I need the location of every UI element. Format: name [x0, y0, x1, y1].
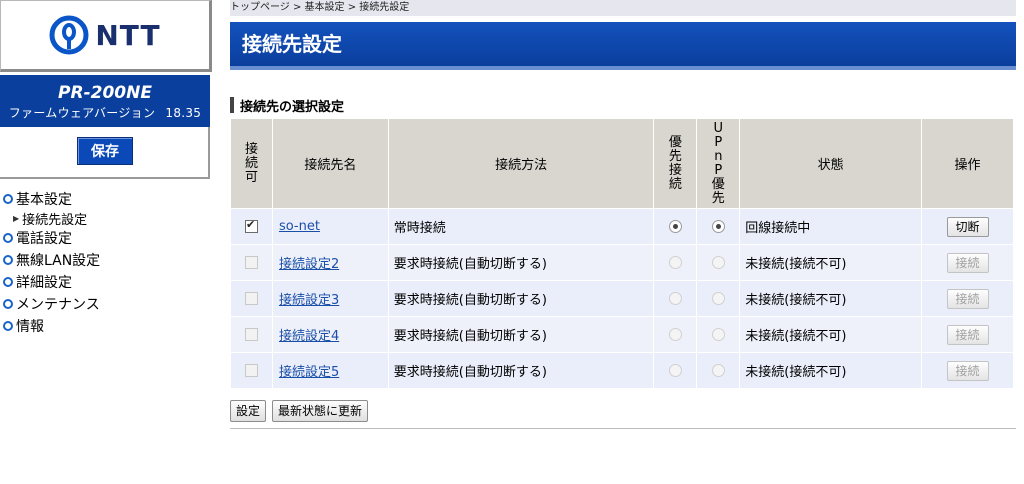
- ntt-logo: NTT: [0, 0, 212, 72]
- upnp-radio[interactable]: [711, 364, 725, 377]
- connection-method: 要求時接続(自動切断する): [387, 352, 655, 389]
- page-title: 接続先設定: [230, 22, 1016, 70]
- upnp-radio[interactable]: [711, 256, 725, 269]
- sidebar-item-label: 詳細設定: [16, 275, 72, 291]
- priority-radio[interactable]: [668, 220, 682, 233]
- sidebar-item-wireless-lan[interactable]: 無線LAN設定: [3, 249, 208, 271]
- sidebar-item-label: 情報: [16, 319, 44, 335]
- priority-radio[interactable]: [668, 364, 682, 377]
- sidebar-nav: 基本設定 ▶ 接続先設定 電話設定 無線LAN設定 詳細設定 メンテナンス 情報: [3, 188, 208, 337]
- enable-checkbox[interactable]: [244, 292, 258, 305]
- connection-method: 要求時接続(自動切断する): [387, 316, 655, 353]
- firmware-line: ファームウェアバージョン 18.35: [0, 104, 210, 121]
- priority-radio[interactable]: [668, 292, 682, 305]
- sidebar-item-label: 無線LAN設定: [16, 253, 101, 269]
- set-button[interactable]: 設定: [230, 400, 267, 422]
- enable-checkbox[interactable]: [244, 218, 258, 233]
- firmware-version: 18.35: [165, 106, 202, 120]
- connection-name-link[interactable]: so-net: [274, 219, 320, 234]
- connection-name-link[interactable]: 接続設定5: [274, 365, 339, 380]
- sidebar-subitem-label: 接続先設定: [22, 213, 88, 228]
- table-row: 接続設定4 要求時接続(自動切断する) 未接続(接続不可) 接続: [230, 316, 1014, 353]
- connect-button[interactable]: 接続: [946, 324, 989, 345]
- triangle-right-icon: ▶: [13, 214, 20, 223]
- col-header-name: 接続先名: [271, 118, 389, 209]
- table-header-row: 接続可 接続先名 接続方法 優先接続 UPnP優先 状態 操作: [230, 118, 1014, 209]
- connect-button[interactable]: 接続: [946, 360, 989, 381]
- col-header-priority: 優先接続: [653, 118, 698, 209]
- section-bar: [230, 97, 234, 113]
- connection-table: 接続可 接続先名 接続方法 優先接続 UPnP優先 状態 操作 so-net 常…: [230, 118, 1014, 389]
- connection-status: 回線接続中: [739, 208, 923, 245]
- sidebar: NTT PR-200NE ファームウェアバージョン 18.35 保存 基本設定 …: [0, 0, 212, 484]
- col-header-status: 状態: [739, 118, 923, 209]
- col-header-upnp: UPnP優先: [696, 118, 741, 209]
- firmware-label: ファームウェアバージョン: [8, 106, 156, 120]
- enable-checkbox[interactable]: [244, 256, 258, 269]
- save-area: 保存: [0, 127, 210, 179]
- model-info: PR-200NE ファームウェアバージョン 18.35: [0, 75, 210, 127]
- section-title: 接続先の選択設定: [240, 99, 345, 115]
- sidebar-item-label: 基本設定: [16, 192, 72, 208]
- table-row: 接続設定5 要求時接続(自動切断する) 未接続(接続不可) 接続: [230, 352, 1014, 389]
- bullet-icon: [3, 255, 13, 265]
- connection-status: 未接続(接続不可): [739, 280, 923, 317]
- sidebar-item-basic-settings[interactable]: 基本設定: [3, 188, 208, 210]
- bullet-icon: [3, 194, 13, 204]
- connect-button[interactable]: 接続: [946, 252, 989, 273]
- connection-status: 未接続(接続不可): [739, 352, 923, 389]
- sidebar-subitem-connection-settings[interactable]: ▶ 接続先設定: [3, 210, 208, 228]
- sidebar-item-phone-settings[interactable]: 電話設定: [3, 227, 208, 249]
- connection-method: 要求時接続(自動切断する): [387, 280, 655, 317]
- model-name: PR-200NE: [58, 83, 152, 103]
- col-header-method: 接続方法: [387, 118, 655, 209]
- refresh-button[interactable]: 最新状態に更新: [272, 400, 369, 422]
- ntt-logo-text: NTT: [95, 18, 161, 52]
- bullet-icon: [3, 321, 13, 331]
- upnp-radio[interactable]: [711, 220, 725, 233]
- connection-name-link[interactable]: 接続設定2: [274, 257, 339, 272]
- enable-checkbox[interactable]: [244, 328, 258, 341]
- section-heading: 接続先の選択設定: [230, 96, 1016, 115]
- col-header-op: 操作: [921, 118, 1014, 209]
- breadcrumb: トップページ > 基本設定 > 接続先設定: [230, 0, 1016, 16]
- bullet-icon: [3, 277, 13, 287]
- enable-checkbox[interactable]: [244, 364, 258, 377]
- upnp-radio[interactable]: [711, 292, 725, 305]
- sidebar-item-maintenance[interactable]: メンテナンス: [3, 293, 208, 315]
- sidebar-item-info[interactable]: 情報: [3, 315, 208, 337]
- sidebar-item-label: メンテナンス: [16, 297, 100, 313]
- main-content: トップページ > 基本設定 > 接続先設定 接続先設定 接続先の選択設定 接続可…: [230, 0, 1016, 429]
- bullet-icon: [3, 233, 13, 243]
- table-row: 接続設定2 要求時接続(自動切断する) 未接続(接続不可) 接続: [230, 244, 1014, 281]
- connection-name-link[interactable]: 接続設定3: [274, 293, 339, 308]
- col-header-enable: 接続可: [230, 118, 273, 209]
- connection-method: 要求時接続(自動切断する): [387, 244, 655, 281]
- connection-method: 常時接続: [387, 208, 655, 245]
- divider: [230, 428, 1016, 429]
- disconnect-button[interactable]: 切断: [946, 216, 989, 237]
- action-buttons: 設定 最新状態に更新: [230, 400, 1016, 422]
- connect-button[interactable]: 接続: [946, 288, 989, 309]
- sidebar-item-label: 電話設定: [16, 231, 72, 247]
- table-row: 接続設定3 要求時接続(自動切断する) 未接続(接続不可) 接続: [230, 280, 1014, 317]
- connection-name-link[interactable]: 接続設定4: [274, 329, 339, 344]
- connection-status: 未接続(接続不可): [739, 316, 923, 353]
- upnp-radio[interactable]: [711, 328, 725, 341]
- priority-radio[interactable]: [668, 328, 682, 341]
- bullet-icon: [3, 299, 13, 309]
- sidebar-item-advanced-settings[interactable]: 詳細設定: [3, 271, 208, 293]
- table-row: so-net 常時接続 回線接続中 切断: [230, 208, 1014, 245]
- save-button[interactable]: 保存: [77, 137, 133, 165]
- connection-status: 未接続(接続不可): [739, 244, 923, 281]
- priority-radio[interactable]: [668, 256, 682, 269]
- ntt-logo-icon: [49, 15, 89, 55]
